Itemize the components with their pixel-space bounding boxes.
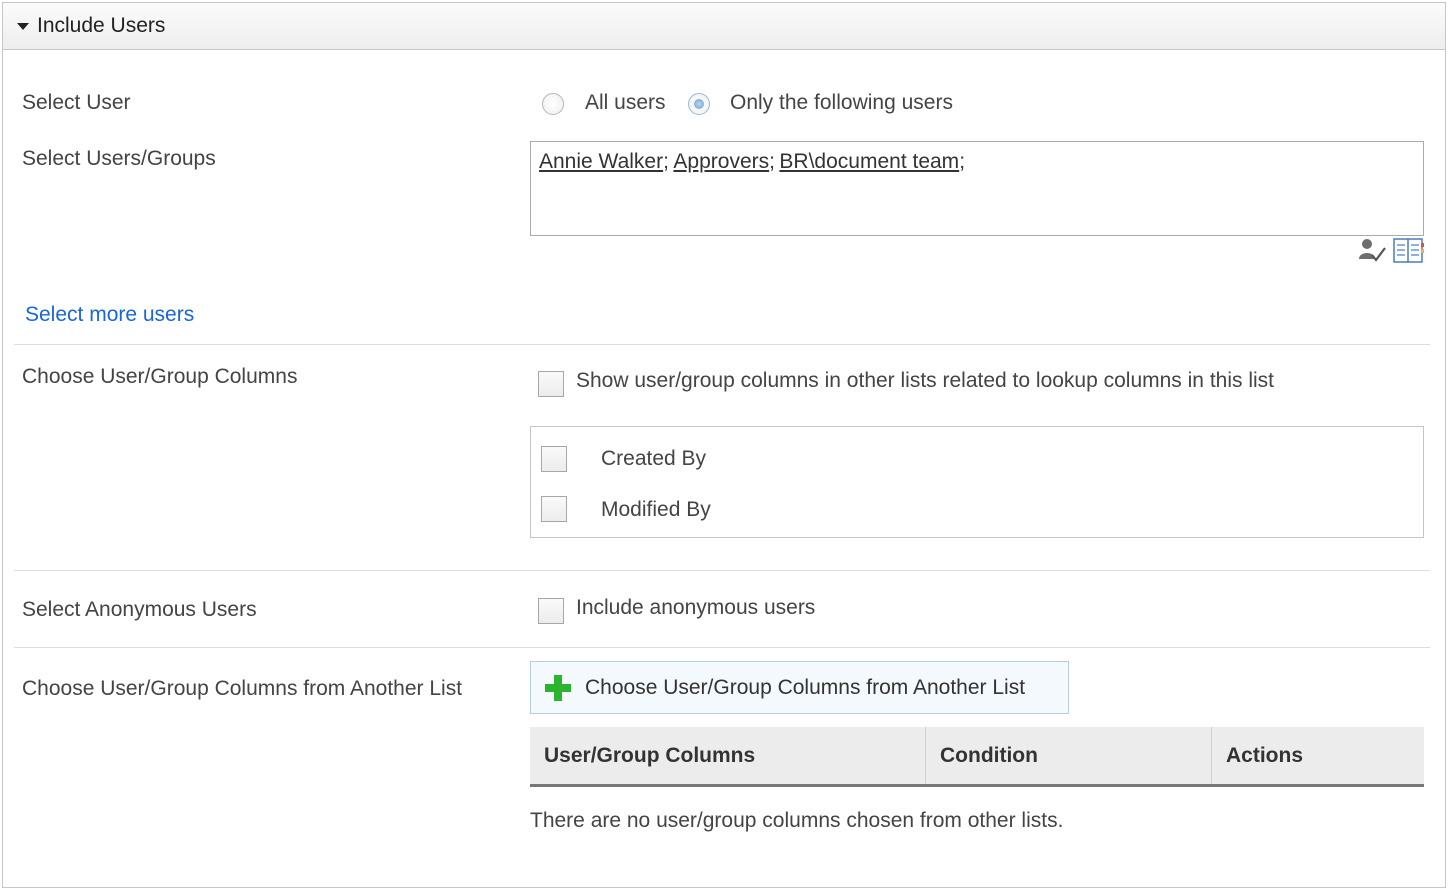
column-header-actions[interactable]: Actions xyxy=(1212,727,1424,784)
select-user-label: Select User xyxy=(22,91,131,114)
triangle-down-icon[interactable] xyxy=(17,22,29,30)
select-users-groups-label: Select Users/Groups xyxy=(22,147,216,170)
entry-separator: ; xyxy=(959,150,966,173)
radio-all-users-label[interactable]: All users xyxy=(585,91,666,115)
modified-by-label[interactable]: Modified By xyxy=(601,498,711,522)
select-more-users-link[interactable]: Select more users xyxy=(25,303,194,327)
created-by-label[interactable]: Created By xyxy=(601,447,706,471)
select-anonymous-users-label: Select Anonymous Users xyxy=(22,598,257,621)
radio-only-following-users-label[interactable]: Only the following users xyxy=(730,91,953,115)
another-list-label: Choose User/Group Columns from Another L… xyxy=(22,677,463,700)
section-header[interactable]: Include Users xyxy=(3,3,1445,50)
modified-by-checkbox[interactable] xyxy=(541,496,567,522)
show-related-columns-label[interactable]: Show user/group columns in other lists r… xyxy=(576,369,1274,393)
plus-icon xyxy=(545,674,571,701)
people-picker-field[interactable]: Annie Walker; Approvers; BR\document tea… xyxy=(530,141,1424,236)
divider xyxy=(14,344,1430,345)
choose-columns-from-another-list-button[interactable]: Choose User/Group Columns from Another L… xyxy=(530,661,1069,714)
radio-all-users[interactable] xyxy=(542,93,564,115)
include-anonymous-users-checkbox[interactable] xyxy=(538,598,564,624)
divider xyxy=(14,570,1430,571)
entry-separator: ; xyxy=(769,150,775,173)
divider xyxy=(14,647,1430,648)
columns-table-header: User/Group Columns Condition Actions xyxy=(530,727,1424,787)
show-related-columns-checkbox[interactable] xyxy=(538,371,564,397)
entry-separator: ; xyxy=(663,150,669,173)
choose-user-group-columns-label: Choose User/Group Columns xyxy=(22,365,298,388)
section-title: Include Users xyxy=(37,14,166,37)
browse-directory-icon[interactable] xyxy=(1393,237,1425,265)
empty-table-message: There are no user/group columns chosen f… xyxy=(530,809,1064,832)
check-names-icon[interactable] xyxy=(1358,237,1388,265)
resolved-group-entry[interactable]: Approvers xyxy=(673,150,769,173)
resolved-user-entry[interactable]: Annie Walker xyxy=(539,150,663,173)
column-header-condition[interactable]: Condition xyxy=(926,727,1212,784)
radio-only-following-users[interactable] xyxy=(688,93,710,115)
resolved-group-entry[interactable]: BR\document team xyxy=(779,150,959,173)
include-anonymous-users-label[interactable]: Include anonymous users xyxy=(576,596,815,620)
created-by-checkbox[interactable] xyxy=(541,446,567,472)
choose-columns-button-label: Choose User/Group Columns from Another L… xyxy=(585,675,1026,699)
column-header-user-group-columns[interactable]: User/Group Columns xyxy=(530,727,926,784)
